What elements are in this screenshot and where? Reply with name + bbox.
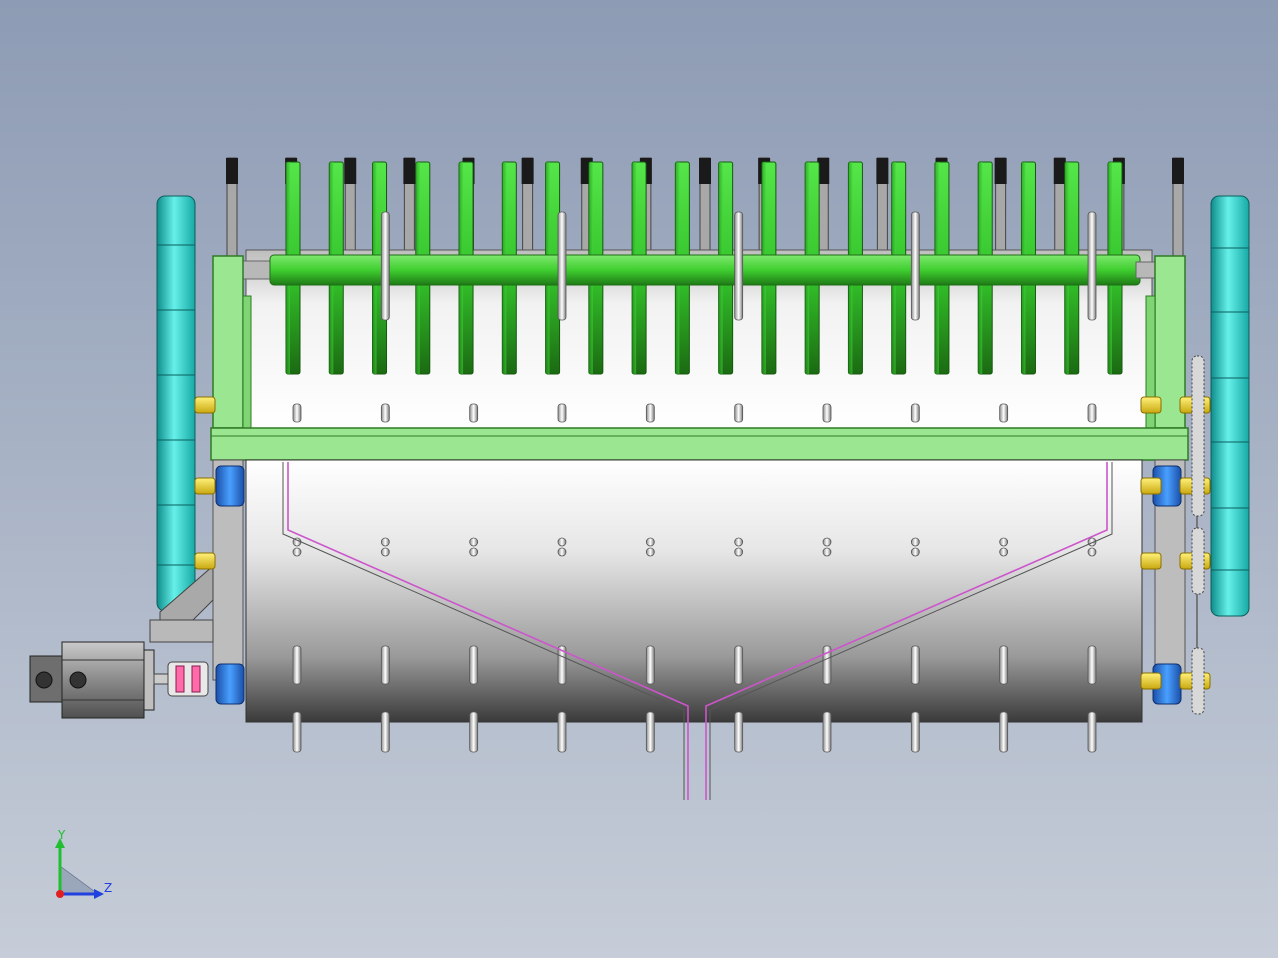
x-axis-dot bbox=[56, 890, 64, 898]
drum-pin bbox=[1087, 711, 1097, 753]
left-frame-plate bbox=[212, 255, 244, 429]
drum-pin bbox=[822, 711, 832, 753]
chain-drive bbox=[1191, 355, 1205, 715]
frame-crossbeam bbox=[210, 427, 1189, 461]
servo-motor-icon bbox=[29, 641, 155, 719]
drum-pin bbox=[999, 403, 1009, 423]
drum-pin bbox=[734, 645, 744, 685]
coupling-icon bbox=[153, 661, 209, 697]
drum-pin bbox=[469, 403, 479, 423]
z-axis-label: Z bbox=[104, 881, 112, 895]
drum-pin bbox=[910, 645, 920, 685]
drum-pin bbox=[292, 403, 302, 423]
y-axis-label: Y bbox=[57, 830, 66, 842]
bearing-icon bbox=[215, 465, 245, 507]
bearing-icon bbox=[215, 663, 245, 705]
drum-pin bbox=[292, 711, 302, 753]
drum-pin bbox=[999, 645, 1009, 685]
drum-pin bbox=[469, 711, 479, 753]
coordinate-triad: Y Z bbox=[55, 830, 112, 899]
tine-shaft bbox=[239, 254, 1159, 286]
model-viewport[interactable] bbox=[0, 0, 1278, 958]
drum-pin bbox=[999, 711, 1009, 753]
drum-pin bbox=[822, 403, 832, 423]
drum-pin bbox=[1087, 645, 1097, 685]
drum-pin bbox=[292, 645, 302, 685]
drum-pin bbox=[645, 711, 655, 753]
drum-pin bbox=[645, 403, 655, 423]
drum-pin bbox=[645, 645, 655, 685]
drum-pin bbox=[469, 645, 479, 685]
drum-pin bbox=[380, 711, 390, 753]
right-ground-wheel bbox=[1210, 195, 1250, 617]
drum-pin bbox=[557, 711, 567, 753]
drum-pin bbox=[734, 711, 744, 753]
left-ground-wheel bbox=[156, 195, 196, 612]
drum-pin bbox=[380, 645, 390, 685]
drum-pin bbox=[910, 711, 920, 753]
